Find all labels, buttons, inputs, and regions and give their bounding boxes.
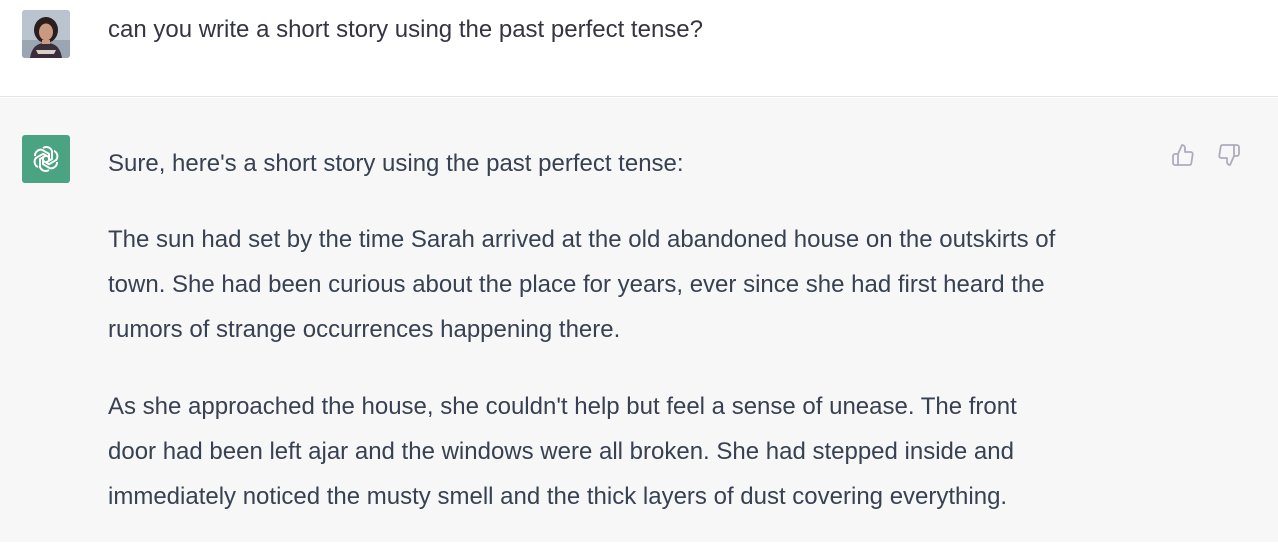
assistant-message-content: Sure, here's a short story using the pas… <box>108 141 1158 551</box>
user-message-row: can you write a short story using the pa… <box>0 0 1278 97</box>
paragraph-2-line: As she approached the house, she couldn'… <box>108 393 1017 420</box>
thumbs-down-button[interactable] <box>1216 142 1242 168</box>
story-paragraph-2: As she approached the house, she couldn'… <box>108 384 1158 519</box>
thumbs-down-icon <box>1218 144 1240 166</box>
thumbs-up-button[interactable] <box>1170 142 1196 168</box>
user-avatar <box>22 10 70 58</box>
chatgpt-logo-icon <box>22 135 70 183</box>
paragraph-1-line: town. She had been curious about the pla… <box>108 271 1045 298</box>
paragraph-1-line: rumors of strange occurrences happening … <box>108 316 621 343</box>
paragraph-2-line: immediately noticed the musty smell and … <box>108 483 1008 510</box>
thumbs-up-icon <box>1172 144 1194 166</box>
story-paragraph-1: The sun had set by the time Sarah arrive… <box>108 217 1158 352</box>
feedback-buttons <box>1170 142 1242 168</box>
paragraph-2-line: door had been left ajar and the windows … <box>108 438 1014 465</box>
assistant-intro-text: Sure, here's a short story using the pas… <box>108 150 684 177</box>
paragraph-1-line: The sun had set by the time Sarah arrive… <box>108 226 1056 253</box>
user-message-text: can you write a short story using the pa… <box>108 16 703 43</box>
user-avatar-image <box>22 10 70 58</box>
assistant-message-row: Sure, here's a short story using the pas… <box>0 98 1278 542</box>
